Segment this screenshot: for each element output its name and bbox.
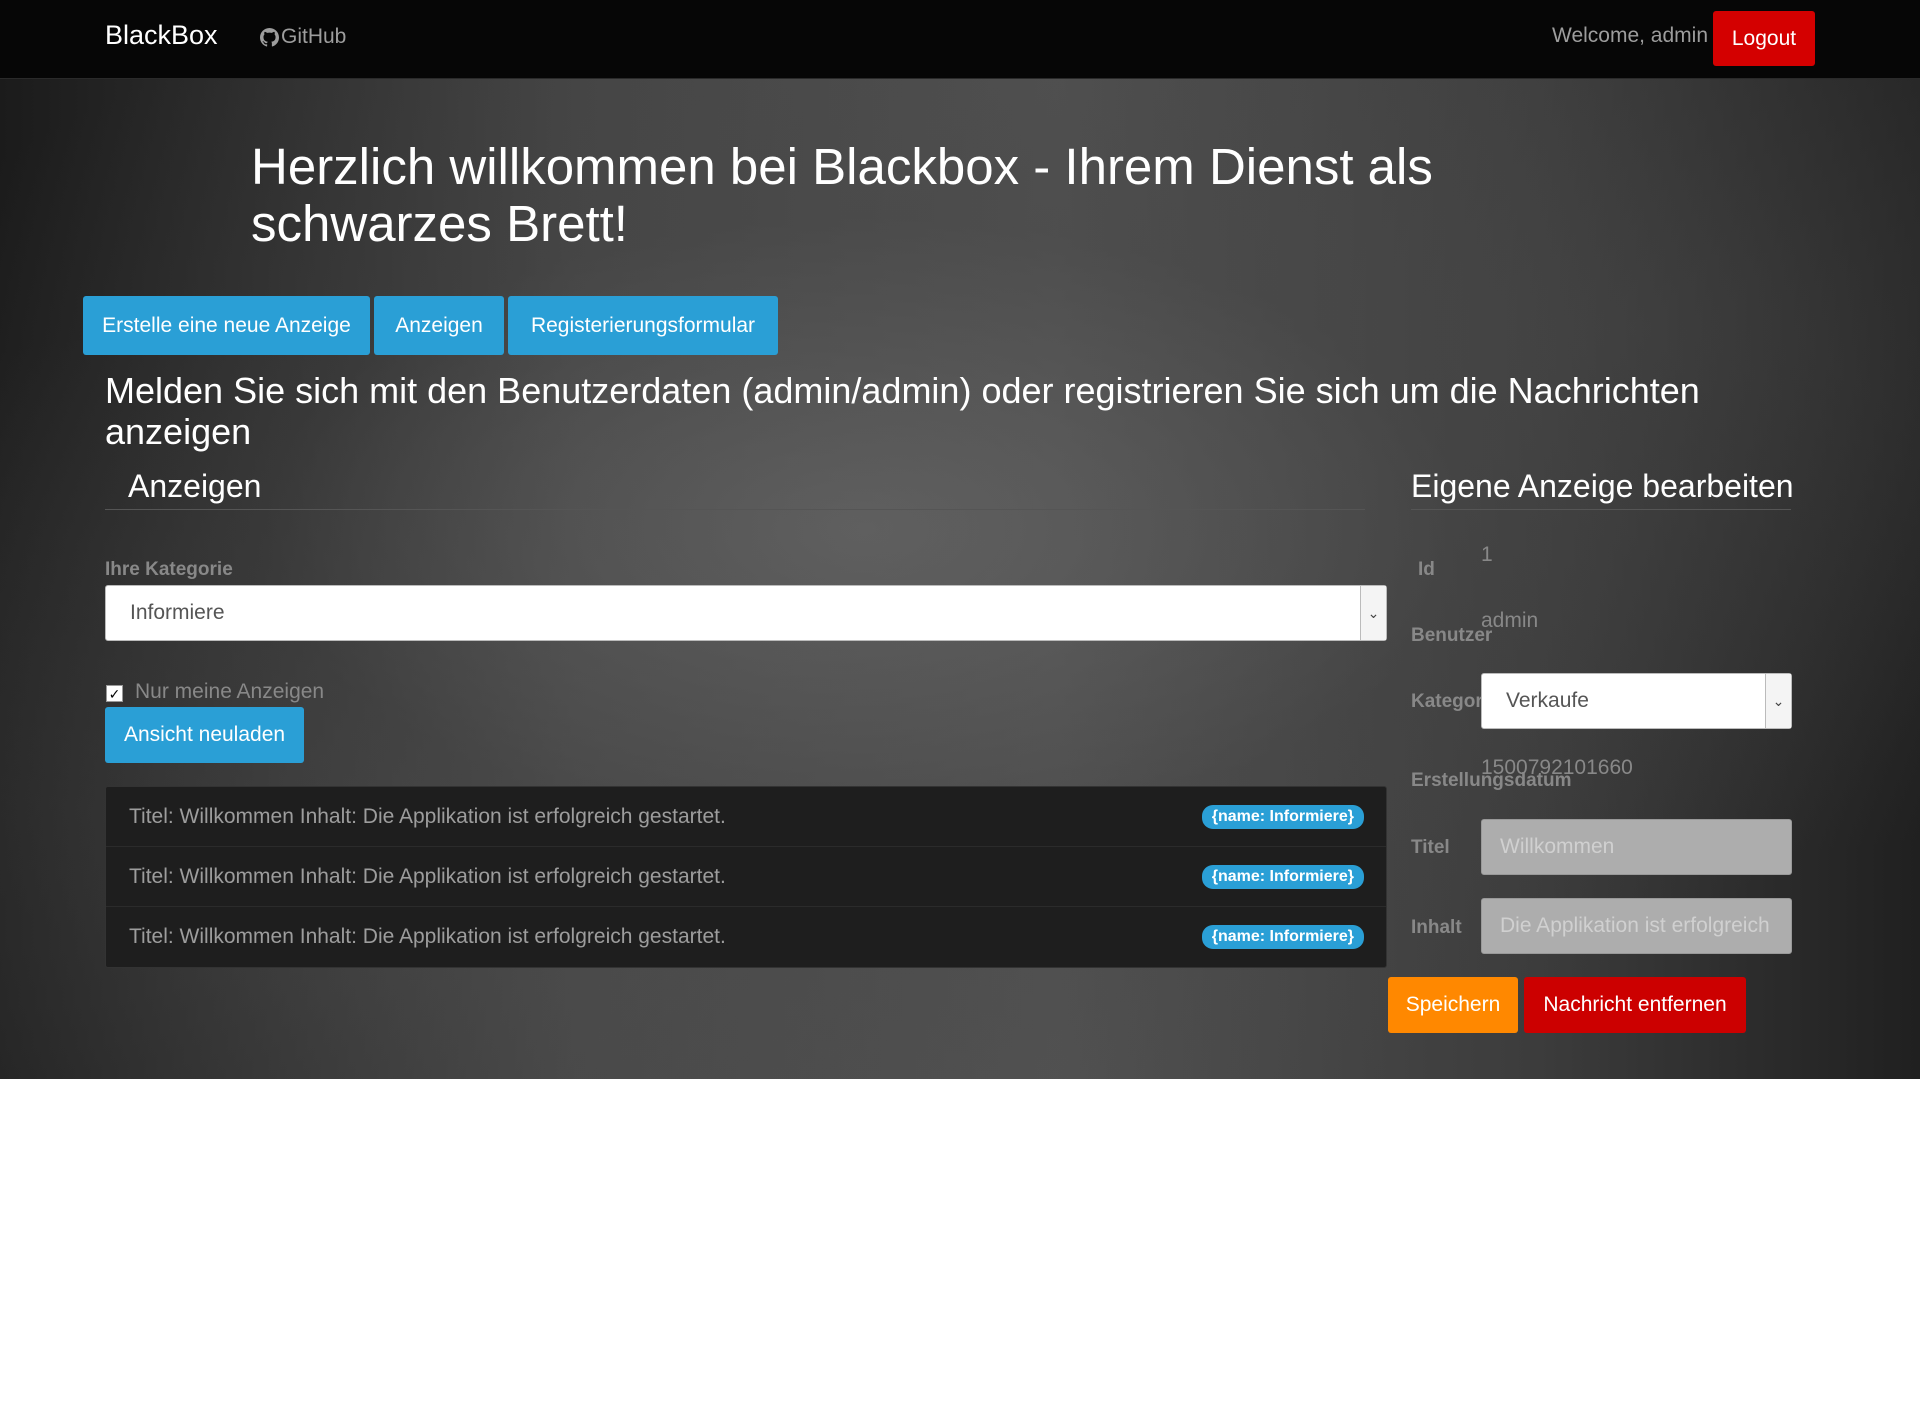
list-item[interactable]: Titel: Willkommen Inhalt: Die Applikatio… [106, 907, 1386, 967]
title-input[interactable]: Willkommen [1481, 819, 1792, 875]
category-badge: {name: Informiere} [1201, 804, 1364, 829]
github-label: GitHub [281, 25, 347, 48]
welcome-text: Welcome, admin [1552, 24, 1709, 47]
login-hint: Melden Sie sich mit den Benutzerdaten (a… [105, 370, 1700, 452]
list-item[interactable]: Titel: Willkommen Inhalt: Die Applikatio… [106, 847, 1386, 907]
id-value: 1 [1481, 543, 1493, 566]
tab-create-ad[interactable]: Erstelle eine neue Anzeige [83, 296, 370, 355]
category-badge: {name: Informiere} [1201, 925, 1364, 949]
tab-ads[interactable]: Anzeigen [374, 296, 504, 355]
category-select[interactable]: Informiere ⌄ [105, 585, 1387, 641]
only-mine-checkbox[interactable]: ✓ [106, 685, 123, 702]
ads-divider [105, 509, 1365, 510]
category-label: Ihre Kategorie [105, 559, 233, 580]
chevron-down-icon: ⌄ [1360, 586, 1386, 640]
ads-section-title: Anzeigen [128, 468, 262, 504]
github-icon [260, 27, 279, 47]
delete-message-button[interactable]: Nachricht entfernen [1524, 977, 1746, 1033]
list-item-text: Titel: Willkommen Inhalt: Die Applikatio… [129, 804, 726, 828]
github-link[interactable]: GitHub [260, 25, 346, 49]
created-value: 1500792101660 [1481, 756, 1633, 779]
navbar: BlackBox GitHub Welcome, admin Logout [0, 0, 1920, 79]
save-button[interactable]: Speichern [1388, 977, 1518, 1033]
chevron-down-icon: ⌄ [1765, 674, 1791, 728]
list-item-text: Titel: Willkommen Inhalt: Die Applikatio… [129, 864, 726, 888]
id-label: Id [1418, 559, 1435, 580]
edit-title-label: Titel [1411, 837, 1450, 858]
content-label: Inhalt [1411, 917, 1462, 938]
tab-registration[interactable]: Registerierungsformular [508, 296, 778, 355]
logout-button[interactable]: Logout [1713, 11, 1815, 66]
user-value: admin [1481, 609, 1539, 632]
only-mine-label: Nur meine Anzeigen [135, 680, 325, 703]
ads-list: Titel: Willkommen Inhalt: Die Applikatio… [105, 786, 1387, 968]
category-badge: {name: Informiere} [1201, 864, 1364, 889]
brand-link[interactable]: BlackBox [105, 20, 218, 51]
edit-section-title: Eigene Anzeige bearbeiten [1411, 468, 1794, 504]
content-input[interactable]: Die Applikation ist erfolgreich [1481, 898, 1792, 954]
reload-view-button[interactable]: Ansicht neuladen [105, 707, 304, 763]
category-select-value: Informiere [130, 601, 225, 624]
page-title: Herzlich willkommen bei Blackbox - Ihrem… [251, 138, 1433, 252]
edit-category-select-value: Verkaufe [1506, 689, 1589, 712]
edit-divider [1411, 509, 1791, 510]
edit-category-select[interactable]: Verkaufe ⌄ [1481, 673, 1792, 729]
list-item-text: Titel: Willkommen Inhalt: Die Applikatio… [129, 925, 726, 948]
list-item[interactable]: Titel: Willkommen Inhalt: Die Applikatio… [106, 787, 1386, 847]
